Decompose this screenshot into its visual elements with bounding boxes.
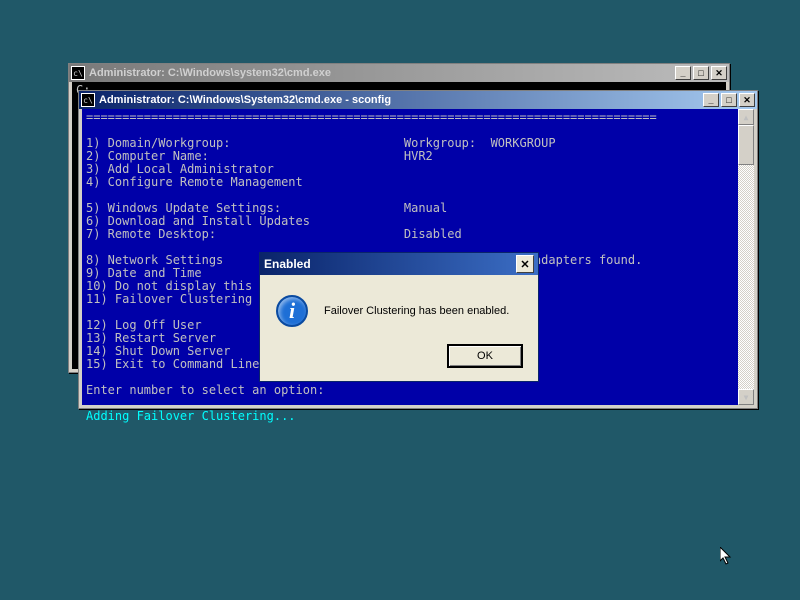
cmd-icon: c\ — [81, 93, 95, 107]
info-icon: i — [276, 295, 308, 327]
ok-button[interactable]: OK — [448, 345, 522, 367]
scroll-down-button[interactable]: ▼ — [738, 389, 754, 405]
window-title-back: Administrator: C:\Windows\system32\cmd.e… — [89, 67, 673, 79]
scroll-up-button[interactable]: ▲ — [738, 109, 754, 125]
titlebar-back[interactable]: c\ Administrator: C:\Windows\system32\cm… — [69, 64, 729, 82]
maximize-button[interactable]: □ — [693, 66, 709, 80]
enter-prompt: Enter number to select an option: — [86, 383, 324, 397]
window-title-sconfig: Administrator: C:\Windows\System32\cmd.e… — [99, 94, 701, 106]
dialog-close-button[interactable]: ✕ — [516, 255, 534, 273]
dialog-titlebar[interactable]: Enabled ✕ — [260, 253, 538, 275]
dialog-title: Enabled — [264, 257, 311, 271]
titlebar-sconfig[interactable]: c\ Administrator: C:\Windows\System32\cm… — [79, 91, 757, 109]
cmd-icon: c\ — [71, 66, 85, 80]
status-line: Adding Failover Clustering... — [86, 409, 296, 423]
cursor-icon — [720, 547, 734, 567]
close-button[interactable]: ✕ — [739, 93, 755, 107]
divider: ========================================… — [86, 110, 657, 124]
dialog-enabled: Enabled ✕ i Failover Clustering has been… — [259, 252, 539, 382]
dialog-message: Failover Clustering has been enabled. — [324, 305, 509, 317]
minimize-button[interactable]: _ — [703, 93, 719, 107]
scroll-track[interactable] — [738, 165, 754, 389]
maximize-button[interactable]: □ — [721, 93, 737, 107]
scroll-thumb[interactable] — [738, 125, 754, 165]
scrollbar[interactable]: ▲ ▼ — [738, 109, 754, 405]
close-button[interactable]: ✕ — [711, 66, 727, 80]
minimize-button[interactable]: _ — [675, 66, 691, 80]
